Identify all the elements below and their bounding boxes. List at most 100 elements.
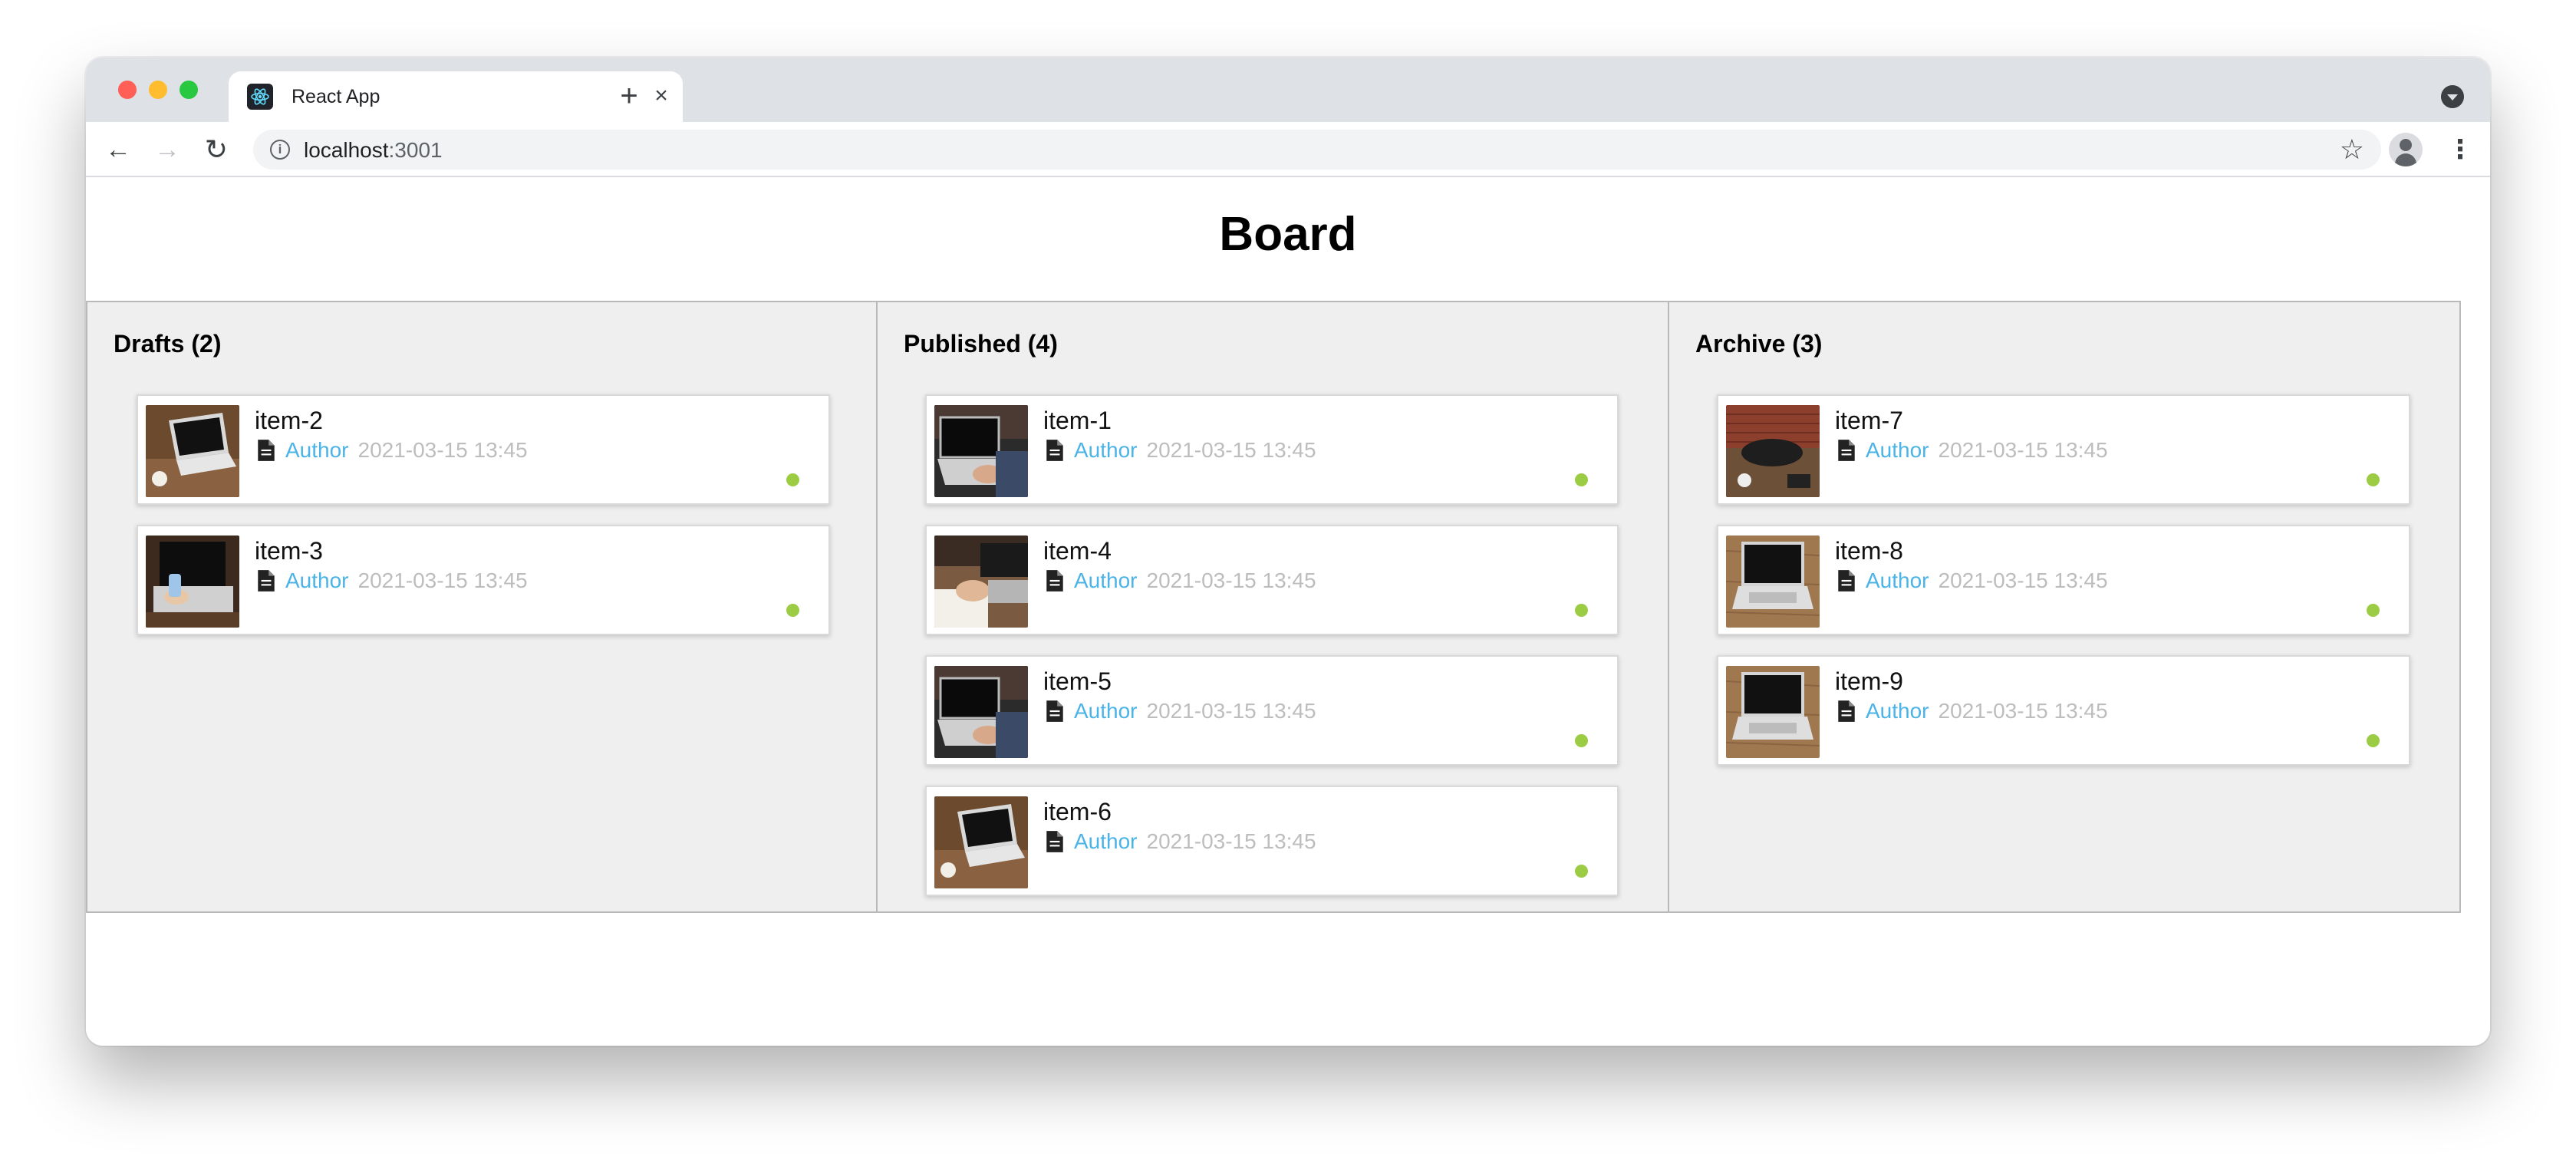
address-bar[interactable]: i localhost:3001 ☆ <box>253 130 2381 170</box>
card-title: item-3 <box>255 537 323 565</box>
card-list: item-1 Author 2021-03-15 13:45 item-4 Au… <box>925 394 1619 916</box>
document-icon <box>1838 570 1855 592</box>
page-viewport: Board Drafts (2) item-2 Author 2021-03-1… <box>86 178 2490 1046</box>
site-info-icon[interactable]: i <box>270 140 290 160</box>
profile-avatar-icon[interactable] <box>2389 133 2423 166</box>
card-title: item-1 <box>1043 407 1112 434</box>
card-thumbnail <box>146 536 239 628</box>
card-meta: Author 2021-03-15 13:45 <box>1043 829 1316 855</box>
browser-window: React App × + ← → ↻ i localhost:3001 ☆ ⋮… <box>86 58 2490 1046</box>
status-dot-icon <box>1575 734 1588 747</box>
card-list: item-2 Author 2021-03-15 13:45 item-3 Au… <box>137 394 830 655</box>
status-dot-icon <box>1575 865 1588 878</box>
card-thumbnail <box>934 666 1028 758</box>
card-date: 2021-03-15 13:45 <box>1938 568 2108 592</box>
status-dot-icon <box>786 604 799 617</box>
column-title: Archive (3) <box>1695 330 1823 358</box>
card[interactable]: item-4 Author 2021-03-15 13:45 <box>925 525 1619 635</box>
card-author-link[interactable]: Author <box>1866 568 1929 593</box>
browser-toolbar: ← → ↻ i localhost:3001 ☆ ⋮ <box>86 122 2490 177</box>
card[interactable]: item-6 Author 2021-03-15 13:45 <box>925 786 1619 896</box>
card-author-link[interactable]: Author <box>285 438 349 463</box>
document-icon <box>258 440 275 461</box>
column-published: Published (4) item-1 Author 2021-03-15 1… <box>878 301 1669 913</box>
card-date: 2021-03-15 13:45 <box>357 568 528 592</box>
card-thumbnail <box>146 405 239 497</box>
document-icon <box>1046 440 1063 461</box>
document-icon <box>258 570 275 592</box>
close-window-button[interactable] <box>118 81 137 99</box>
card-author-link[interactable]: Author <box>1866 438 1929 463</box>
document-icon <box>1838 700 1855 722</box>
tab-close-icon[interactable]: × <box>649 84 674 108</box>
card-title: item-4 <box>1043 537 1112 565</box>
card-date: 2021-03-15 13:45 <box>1938 699 2108 723</box>
card-date: 2021-03-15 13:45 <box>1146 438 1316 462</box>
card-author-link[interactable]: Author <box>1866 699 1929 723</box>
card-thumbnail <box>1726 536 1820 628</box>
card-meta: Author 2021-03-15 13:45 <box>1835 568 2108 594</box>
column-archive: Archive (3) item-7 Author 2021-03-15 13:… <box>1669 301 2461 913</box>
card-meta: Author 2021-03-15 13:45 <box>1043 437 1316 463</box>
new-tab-plus-icon[interactable]: + <box>614 81 644 111</box>
card-date: 2021-03-15 13:45 <box>1146 699 1316 723</box>
maximize-window-button[interactable] <box>180 81 198 99</box>
card-title: item-9 <box>1835 667 1903 695</box>
document-icon <box>1046 700 1063 722</box>
card-date: 2021-03-15 13:45 <box>1146 568 1316 592</box>
tab-search-chevron-icon[interactable] <box>2441 85 2464 108</box>
card-thumbnail <box>1726 666 1820 758</box>
card-meta: Author 2021-03-15 13:45 <box>1835 437 2108 463</box>
document-icon <box>1046 831 1063 852</box>
react-logo-icon <box>247 84 273 110</box>
card-author-link[interactable]: Author <box>1074 568 1138 593</box>
card-date: 2021-03-15 13:45 <box>1146 829 1316 853</box>
status-dot-icon <box>2367 604 2380 617</box>
card-meta: Author 2021-03-15 13:45 <box>1043 698 1316 724</box>
column-title: Published (4) <box>904 330 1058 358</box>
browser-menu-icon[interactable]: ⋮ <box>2447 133 2473 166</box>
document-icon <box>1838 440 1855 461</box>
tab-title: React App <box>292 86 380 107</box>
status-dot-icon <box>2367 734 2380 747</box>
column-title: Drafts (2) <box>114 330 222 358</box>
card[interactable]: item-3 Author 2021-03-15 13:45 <box>137 525 830 635</box>
bookmark-star-icon[interactable]: ☆ <box>2340 133 2364 166</box>
page-title: Board <box>1219 208 1357 261</box>
card[interactable]: item-9 Author 2021-03-15 13:45 <box>1717 655 2410 766</box>
minimize-window-button[interactable] <box>149 81 167 99</box>
tab-strip: React App × + <box>86 58 2490 122</box>
card[interactable]: item-2 Author 2021-03-15 13:45 <box>137 394 830 505</box>
card-author-link[interactable]: Author <box>1074 699 1138 723</box>
card[interactable]: item-5 Author 2021-03-15 13:45 <box>925 655 1619 766</box>
forward-arrow-icon[interactable]: → <box>150 133 184 166</box>
card[interactable]: item-7 Author 2021-03-15 13:45 <box>1717 394 2410 505</box>
status-dot-icon <box>1575 473 1588 486</box>
card[interactable]: item-8 Author 2021-03-15 13:45 <box>1717 525 2410 635</box>
document-icon <box>1046 570 1063 592</box>
card-thumbnail <box>934 536 1028 628</box>
card-author-link[interactable]: Author <box>1074 438 1138 463</box>
card-thumbnail <box>1726 405 1820 497</box>
reload-icon[interactable]: ↻ <box>199 133 233 166</box>
card-date: 2021-03-15 13:45 <box>1938 438 2108 462</box>
card-list: item-7 Author 2021-03-15 13:45 item-8 Au… <box>1717 394 2410 786</box>
status-dot-icon <box>2367 473 2380 486</box>
card-meta: Author 2021-03-15 13:45 <box>255 437 528 463</box>
column-drafts: Drafts (2) item-2 Author 2021-03-15 13:4… <box>86 301 878 913</box>
url-host: localhost <box>304 138 389 162</box>
card-title: item-7 <box>1835 407 1903 434</box>
card-meta: Author 2021-03-15 13:45 <box>1043 568 1316 594</box>
back-arrow-icon[interactable]: ← <box>101 133 135 166</box>
card[interactable]: item-1 Author 2021-03-15 13:45 <box>925 394 1619 505</box>
card-thumbnail <box>934 796 1028 888</box>
url-text[interactable]: localhost:3001 <box>304 138 443 163</box>
card-title: item-6 <box>1043 798 1112 826</box>
card-author-link[interactable]: Author <box>285 568 349 593</box>
card-date: 2021-03-15 13:45 <box>357 438 528 462</box>
card-meta: Author 2021-03-15 13:45 <box>1835 698 2108 724</box>
card-title: item-5 <box>1043 667 1112 695</box>
status-dot-icon <box>1575 604 1588 617</box>
card-author-link[interactable]: Author <box>1074 829 1138 854</box>
url-port: :3001 <box>388 138 443 162</box>
